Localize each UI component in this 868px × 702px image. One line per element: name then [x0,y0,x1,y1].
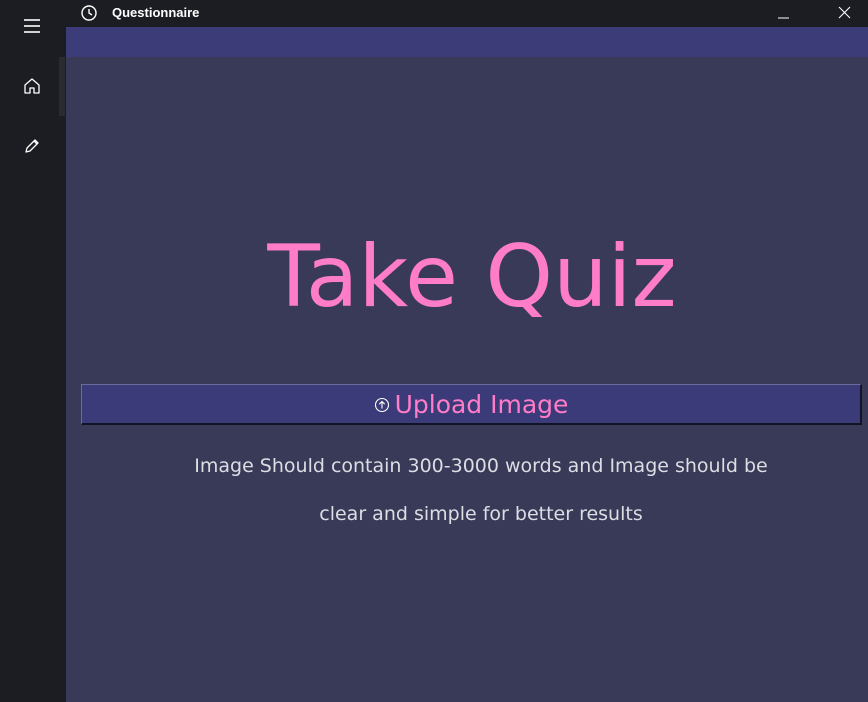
sidebar-selection-indicator [59,57,65,116]
minimize-button[interactable] [762,0,808,27]
page-title: Take Quiz [267,227,677,327]
header-strip [66,27,868,57]
home-icon [16,76,48,96]
upload-image-button[interactable]: Upload Image [81,384,862,425]
upload-arrow-icon [374,390,395,419]
description-line-1: Image Should contain 300-3000 words and … [194,455,768,477]
hamburger-menu-button[interactable] [16,10,48,42]
pencil-icon [16,136,48,156]
title-bar: Questionnaire [66,0,868,27]
sidebar-item-home[interactable] [16,70,48,102]
description-line-2: clear and simple for better results [319,503,643,525]
close-button[interactable] [822,0,868,27]
clock-icon [80,4,98,22]
upload-button-label: Upload Image [394,389,569,419]
hamburger-icon [16,16,48,36]
sidebar [0,0,66,702]
sidebar-item-edit[interactable] [16,130,48,162]
main-content: Take Quiz Upload Image Image Should cont… [66,27,868,702]
window-title: Questionnaire [112,5,200,20]
